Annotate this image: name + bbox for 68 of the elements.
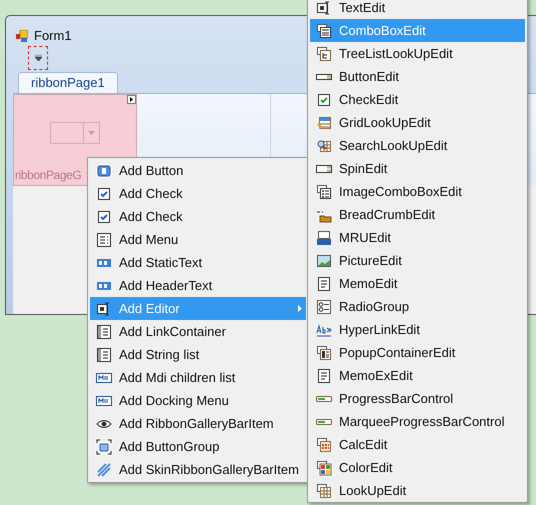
menu-item[interactable]: Add Button [90,159,306,182]
memo-icon [316,368,332,384]
menu-item[interactable]: Add LinkContainer [90,320,306,343]
menu-item[interactable]: MemoExEdit [310,364,525,387]
striped-icon [96,462,112,478]
text-cursor-icon [96,300,112,316]
menu-item[interactable]: Add Menu [90,228,306,251]
menu-item[interactable]: MarqueeProgressBarControl [310,410,525,433]
group-label: ribbonPageG [14,167,82,184]
quick-access-customize-button[interactable] [28,46,48,70]
grid-icon [316,114,332,130]
button-group-icon [96,438,112,454]
list-icon [96,346,112,362]
menu-item[interactable]: Add RibbonGalleryBarItem [90,412,306,435]
menu-item[interactable]: CheckEdit [310,88,525,111]
menu-item[interactable]: CalcEdit [310,433,525,456]
menu-item[interactable]: Add ButtonGroup [90,435,306,458]
menu-item[interactable]: MemoEdit [310,272,525,295]
menu-item[interactable]: Add Mdi children list [90,366,306,389]
list-icon [96,324,112,340]
tree-icon [316,46,332,62]
app-icon [16,30,28,42]
menu-item[interactable]: Add HeaderText [90,274,306,297]
menu-item[interactable]: TreeListLookUpEdit [310,42,525,65]
image-combo-icon [316,184,332,200]
menu-item[interactable]: PopupContainerEdit [310,341,525,364]
menu-item[interactable]: Add SkinRibbonGalleryBarItem [90,458,306,481]
menu-item[interactable]: HyperLinkEdit [310,318,525,341]
menu-item[interactable]: Add String list [90,343,306,366]
menu-item[interactable]: Add Check [90,205,306,228]
checkbox-icon [96,186,112,202]
popup-icon [316,344,332,360]
menu-item[interactable]: ColorEdit [310,456,525,479]
dropdown-icon [88,131,95,135]
submenu-arrow-icon [298,305,302,312]
menu-item[interactable]: TextEdit [310,0,525,19]
menu-item[interactable]: ButtonEdit [310,65,525,88]
menu-item[interactable]: RadioGroup [310,295,525,318]
menu-item[interactable]: ImageComboBoxEdit [310,180,525,203]
menu-item[interactable]: Add Docking Menu [90,389,306,412]
calculator-icon [316,436,332,452]
menu-item[interactable]: LookUpEdit [310,479,525,502]
menu-item[interactable]: MRUEdit [310,226,525,249]
ribbon-tab[interactable]: ribbonPage1 [18,72,118,93]
checkbox-icon [316,92,332,108]
button-icon [96,162,112,178]
radio-group-icon [316,298,332,314]
dropdown-icon [34,55,42,61]
mru-icon [316,230,332,246]
expand-icon [127,95,136,104]
menu-item[interactable]: Add StaticText [90,251,306,274]
picture-icon [316,252,332,268]
menu-item[interactable]: GridLookUpEdit [310,111,525,134]
menu-item[interactable]: SpinEdit [310,157,525,180]
search-grid-icon [316,138,332,154]
combo-box-icon [316,22,332,38]
text-cursor-icon [316,0,332,16]
menu-item[interactable]: Add Check [90,182,306,205]
table-icon [316,482,332,498]
memo-icon [316,276,332,292]
menu-list-icon [96,232,112,248]
menu-item[interactable]: BreadCrumbEdit [310,203,525,226]
menu-item[interactable]: SearchLookUpEdit [310,134,525,157]
color-palette-icon [316,460,332,476]
menu-item[interactable]: PictureEdit [310,249,525,272]
menu-item[interactable]: ProgressBarControl [310,387,525,410]
window-title: Form1 [34,27,72,46]
checkbox-icon [96,208,112,224]
